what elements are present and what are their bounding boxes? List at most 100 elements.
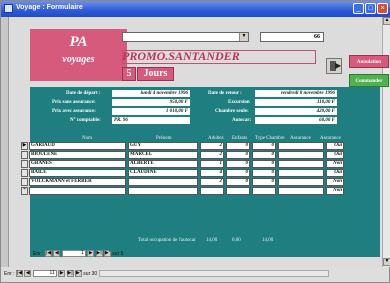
row2-enfants[interactable]: 0	[226, 151, 250, 159]
row6-chambre[interactable]	[252, 187, 276, 195]
maximize-button[interactable]: □	[365, 3, 376, 14]
date-retour-label: Date de retour :	[208, 91, 242, 96]
main-nav-label: Enr :	[4, 270, 15, 277]
row3-extra[interactable]	[278, 160, 324, 168]
row-selector[interactable]	[21, 178, 28, 186]
total-adultes: 14,00	[206, 238, 218, 243]
row4-enfants[interactable]: 0	[226, 169, 250, 177]
title-bar[interactable]: Voyage : Formulaire _ □ ×	[1, 1, 390, 17]
row-selector[interactable]	[21, 151, 28, 159]
row2-prenom[interactable]: MARCEL	[128, 151, 198, 159]
row3-assurance[interactable]: Non	[326, 160, 344, 168]
row2-nom[interactable]: BIOULENE	[29, 151, 126, 159]
row4-adultes[interactable]: 4	[200, 169, 224, 177]
row5-nom[interactable]: VOLCKMANN et FERRER	[29, 178, 126, 186]
row3-nom[interactable]: GRANES	[29, 160, 126, 168]
main-next-record-icon[interactable]: ▶	[58, 270, 66, 277]
date-depart-field[interactable]: lundi 4 novembre 1996	[112, 90, 190, 97]
excursion-field[interactable]: 110,00 F	[255, 99, 337, 106]
minimize-button[interactable]: _	[353, 3, 364, 14]
horizontal-scrollbar[interactable]	[98, 270, 329, 277]
row5-adultes[interactable]: 2	[200, 178, 224, 186]
col-header-type-chambre: Type Chambre	[255, 136, 285, 141]
row3-enfants[interactable]: 0	[226, 160, 250, 168]
row1-prenom[interactable]: GUY	[128, 142, 198, 150]
total-occupation-label: Total occupation de l'autocar	[138, 238, 196, 243]
next-record-icon[interactable]: ▶	[87, 250, 95, 257]
scroll-down-arrow-icon[interactable]: ▼	[383, 258, 390, 266]
row6-enfants[interactable]	[226, 187, 250, 195]
col-header-enfants: Enfants	[232, 136, 248, 141]
main-new-record-icon[interactable]: ▶*	[74, 270, 82, 277]
row5-assurance[interactable]: Non	[326, 178, 344, 186]
record-selector-bar[interactable]	[1, 17, 9, 267]
subform-navigation: Enr : |◀ ◀ 1 ▶ ▶| ▶* sur 5	[33, 250, 123, 257]
first-record-icon[interactable]: |◀	[44, 250, 52, 257]
col-header-nom: Nom	[82, 136, 92, 141]
row4-nom[interactable]: BAILE	[29, 169, 126, 177]
row4-prenom[interactable]: CLAUDINE	[128, 169, 198, 177]
main-record-number[interactable]: 11	[32, 270, 57, 277]
trip-combo[interactable]: ▼	[122, 32, 249, 42]
row5-prenom[interactable]	[128, 178, 198, 186]
previous-record-icon[interactable]: ◀	[53, 250, 61, 257]
main-last-record-icon[interactable]: ▶|	[66, 270, 74, 277]
date-retour-field[interactable]: vendredi 8 novembre 1996	[255, 90, 337, 97]
row5-enfants[interactable]: 0	[226, 178, 250, 186]
row2-chambre[interactable]: 0	[252, 151, 276, 159]
last-record-icon[interactable]: ▶|	[95, 250, 103, 257]
date-depart-label: Date de départ :	[66, 91, 101, 96]
col-header-adultes: Adultes	[208, 136, 224, 141]
row2-adultes[interactable]: 2	[200, 151, 224, 159]
trip-id-field[interactable]: 66	[260, 32, 324, 42]
new-record-icon[interactable]: ▶*	[103, 250, 111, 257]
logo-line1: PA	[69, 34, 88, 50]
row1-enfants[interactable]: 0	[226, 142, 250, 150]
row1-assurance[interactable]: Oui	[326, 142, 344, 150]
autocar-label: Autocar:	[232, 118, 252, 123]
row6-assurance[interactable]: Non	[326, 187, 344, 195]
row4-extra[interactable]	[278, 169, 324, 177]
logo-line2: voyages	[62, 54, 95, 65]
row6-extra[interactable]	[278, 187, 324, 195]
main-previous-record-icon[interactable]: ◀	[24, 270, 32, 277]
row2-extra[interactable]	[278, 151, 324, 159]
new-row-selector-icon[interactable]: *	[21, 187, 28, 195]
scroll-up-arrow-icon[interactable]: ▲	[383, 17, 390, 25]
window-title: Voyage : Formulaire	[16, 4, 83, 11]
row-selector[interactable]	[21, 169, 28, 177]
row3-chambre[interactable]: 0	[252, 160, 276, 168]
chambre-seule-field[interactable]: 420,00 F	[255, 108, 337, 115]
row4-chambre[interactable]: 0	[252, 169, 276, 177]
prix-sans-assurance-field[interactable]: 950,00 F	[112, 99, 190, 106]
app-icon	[4, 4, 13, 13]
close-button[interactable]: ×	[377, 3, 388, 14]
autocar-field[interactable]: 60,00 F	[255, 117, 337, 124]
exit-door-button[interactable]: ▶	[326, 58, 342, 74]
subform-record-number[interactable]: 1	[61, 250, 86, 257]
row2-assurance[interactable]: Oui	[326, 151, 344, 159]
row3-prenom[interactable]: ALBERTE	[128, 160, 198, 168]
trip-name: PROMO.SANTANDER	[122, 49, 240, 63]
prix-avec-assurance-field[interactable]: 1 010,00 F	[112, 108, 190, 115]
row-selector[interactable]	[21, 160, 28, 168]
row3-adultes[interactable]: 1	[200, 160, 224, 168]
row1-extra[interactable]	[278, 142, 324, 150]
row6-adultes[interactable]	[200, 187, 224, 195]
chevron-down-icon[interactable]: ▼	[239, 33, 248, 41]
row1-chambre[interactable]: 0	[252, 142, 276, 150]
row6-nom[interactable]	[29, 187, 126, 195]
annulation-button[interactable]: Annulation	[349, 55, 389, 68]
row5-extra[interactable]	[278, 178, 324, 186]
row1-nom[interactable]: GARIAUD	[29, 142, 126, 150]
row-selector-current-icon[interactable]: ▶	[21, 142, 28, 150]
numero-comptable-field[interactable]: PR. 96	[112, 117, 190, 124]
row1-adultes[interactable]: 2	[200, 142, 224, 150]
row4-assurance[interactable]: Oui	[326, 169, 344, 177]
form-window: Voyage : Formulaire _ □ × ▲ ▼ PA voyages…	[0, 0, 390, 283]
numero-comptable-label: N° comptable:	[70, 118, 101, 123]
row5-chambre[interactable]: 0	[252, 178, 276, 186]
row6-prenom[interactable]	[128, 187, 198, 195]
main-first-record-icon[interactable]: |◀	[15, 270, 23, 277]
commander-button[interactable]: Commander	[349, 74, 389, 87]
